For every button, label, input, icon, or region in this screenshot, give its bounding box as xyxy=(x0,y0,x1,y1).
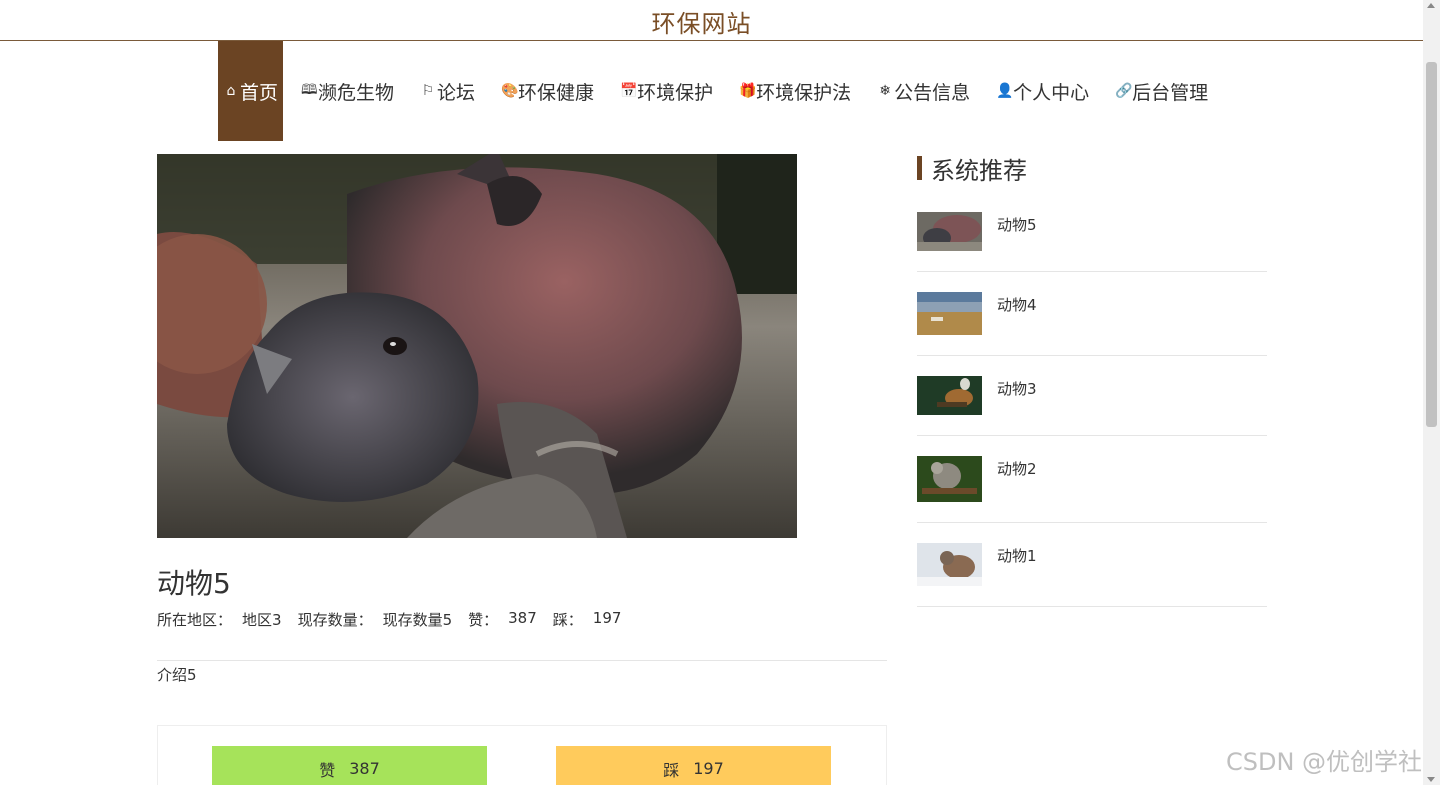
scroll-thumb[interactable] xyxy=(1426,62,1437,427)
nav-item-admin[interactable]: 🔗 后台管理 xyxy=(1111,41,1212,141)
region-value: 地区3 xyxy=(242,611,282,629)
nav-item-notices[interactable]: ❄ 公告信息 xyxy=(873,41,974,141)
site-title: 环保网站 xyxy=(651,10,752,38)
link-icon: 🔗 xyxy=(1115,83,1133,99)
dislike-button-label: 踩 xyxy=(663,760,680,780)
dislike-label: 踩： xyxy=(552,611,583,629)
nav-item-home[interactable]: ⌂ 首页 xyxy=(218,41,284,141)
main-nav: ⌂ 首页 🕮 濒危生物 ⚐ 论坛 🎨 环保健康 📅 环境保护 🎁 环境保护法 ❄… xyxy=(218,41,1230,141)
list-divider xyxy=(917,271,1267,272)
flag-icon: ⚐ xyxy=(421,83,435,99)
title-accent-bar xyxy=(917,156,922,180)
list-divider xyxy=(917,435,1267,436)
nav-item-profile[interactable]: 👤 个人中心 xyxy=(992,41,1093,141)
recommend-thumb xyxy=(917,456,982,502)
animal-photo xyxy=(157,154,797,538)
palette-icon: 🎨 xyxy=(501,83,519,99)
nav-item-label: 个人中心 xyxy=(1013,81,1090,104)
like-button[interactable]: 赞 387 xyxy=(212,746,487,785)
nav-item-endangered[interactable]: 🕮 濒危生物 xyxy=(297,41,398,141)
watermark: CSDN @优创学社 xyxy=(1226,748,1423,776)
list-divider xyxy=(917,522,1267,523)
scroll-down-icon[interactable] xyxy=(1427,777,1435,782)
recommend-label: 动物3 xyxy=(997,380,1037,398)
vote-panel: 赞 387 踩 197 xyxy=(157,725,887,785)
snowflake-icon: ❄ xyxy=(879,83,891,99)
list-divider xyxy=(917,355,1267,356)
recommend-thumb xyxy=(917,543,982,586)
animal-intro: 介绍5 xyxy=(157,666,197,684)
like-button-count: 387 xyxy=(349,759,380,778)
like-label: 赞： xyxy=(468,611,499,629)
nav-item-label: 濒危生物 xyxy=(318,81,395,104)
nav-item-label: 论坛 xyxy=(437,81,476,104)
recommend-thumb xyxy=(917,212,982,251)
nav-item-protection[interactable]: 📅 环境保护 xyxy=(616,41,717,141)
nav-item-label: 后台管理 xyxy=(1132,81,1209,104)
nav-item-forum[interactable]: ⚐ 论坛 xyxy=(416,41,479,141)
book-icon: 🕮 xyxy=(301,82,318,98)
user-icon: 👤 xyxy=(996,83,1014,99)
nav-item-health[interactable]: 🎨 环保健康 xyxy=(497,41,598,141)
recommend-label: 动物5 xyxy=(997,216,1037,234)
home-icon: ⌂ xyxy=(226,83,236,99)
recommend-label: 动物1 xyxy=(997,547,1037,565)
nav-item-label: 首页 xyxy=(240,81,279,104)
header-bar: 环保网站 xyxy=(0,0,1423,41)
recommend-label: 动物4 xyxy=(997,296,1037,314)
nav-item-label: 环境保护 xyxy=(637,81,714,104)
dislike-button-count: 197 xyxy=(693,759,724,778)
sidebar-title-text: 系统推荐 xyxy=(931,156,1027,185)
nav-item-label: 环保健康 xyxy=(518,81,595,104)
dislike-button[interactable]: 踩 197 xyxy=(556,746,831,785)
nav-item-label: 环境保护法 xyxy=(756,81,852,104)
gift-icon: 🎁 xyxy=(739,83,757,99)
count-label: 现存数量： xyxy=(297,611,373,629)
content-divider xyxy=(157,660,887,661)
animal-title: 动物5 xyxy=(157,567,231,600)
page-scrollbar[interactable] xyxy=(1423,0,1440,785)
scroll-up-icon[interactable] xyxy=(1427,3,1435,8)
dislike-value: 197 xyxy=(592,609,622,627)
region-label: 所在地区： xyxy=(157,611,233,629)
nav-item-law[interactable]: 🎁 环境保护法 xyxy=(735,41,855,141)
recommend-thumb xyxy=(917,292,982,335)
like-value: 387 xyxy=(508,609,537,627)
recommend-thumb xyxy=(917,376,982,415)
list-divider xyxy=(917,606,1267,607)
like-button-label: 赞 xyxy=(319,760,336,780)
count-value: 现存数量5 xyxy=(382,611,453,629)
recommend-label: 动物2 xyxy=(997,460,1037,478)
calendar-icon: 📅 xyxy=(620,83,638,99)
sidebar-title: 系统推荐 xyxy=(917,154,1027,185)
animal-meta: 所在地区： 地区3 现存数量： 现存数量5 赞： 387 踩： 197 xyxy=(157,609,637,630)
nav-item-label: 公告信息 xyxy=(894,81,971,104)
